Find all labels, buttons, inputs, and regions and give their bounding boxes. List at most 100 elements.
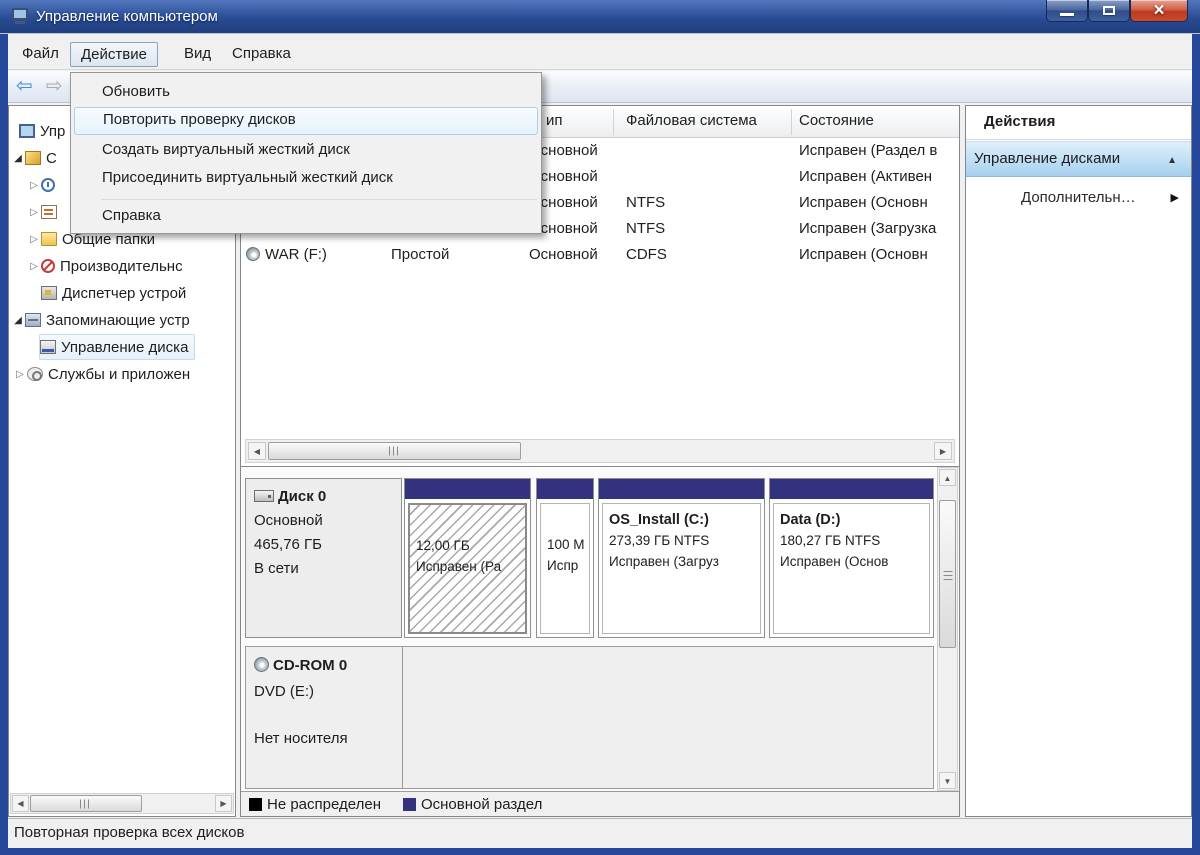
partition-status: Исправен (Основ [780,552,923,573]
menu-item-rescan-disks[interactable]: Повторить проверку дисков [74,107,538,135]
close-button[interactable]: × [1130,0,1188,22]
menu-help[interactable]: Справка [222,42,301,67]
close-icon: × [1153,1,1164,20]
menu-view[interactable]: Вид [174,42,221,67]
cell-status: Исправен (Основн [799,194,928,211]
legend-primary-partition: Основной раздел [403,796,542,813]
menu-item-refresh[interactable]: Обновить [74,79,538,107]
partition-label: OS_Install (C:) [609,509,754,531]
menu-action[interactable]: Действие [70,42,158,67]
unallocated-color-swatch [249,798,262,811]
tree-item-services[interactable]: ▷ Службы и приложен [13,361,190,387]
scroll-left-icon[interactable]: ◀ [12,795,29,812]
action-dropdown-menu: Обновить Повторить проверку дисков Созда… [70,72,542,234]
scroll-up-icon[interactable]: ▲ [939,469,956,486]
submenu-arrow-icon: ▶ [1171,191,1179,204]
menu-item-create-vhd[interactable]: Создать виртуальный жесткий диск [74,137,538,165]
cell-status: Исправен (Активен [799,168,932,185]
forward-icon[interactable]: ⇨ [46,74,63,98]
partition-system-reserved[interactable]: 100 М Испр [536,478,594,638]
tree-item-device-manager[interactable]: Диспетчер устрой [41,280,186,306]
column-header-type[interactable]: ип [546,112,563,129]
scroll-right-icon[interactable]: ▶ [215,795,232,812]
cd-rom-icon [254,657,269,672]
column-header-status[interactable]: Состояние [799,112,874,129]
tree-item-root[interactable]: Упр [19,118,65,144]
services-icon [27,367,43,381]
cell-status: Исправен (Раздел в [799,142,937,159]
partition-recovery[interactable]: 12,00 ГБ Исправен (Ра [404,478,531,638]
expander-collapsed-icon[interactable]: ▷ [13,369,27,380]
scroll-down-icon[interactable]: ▼ [939,772,956,789]
tree-item-task-scheduler[interactable]: ▷ [27,172,60,198]
partition-data[interactable]: Data (D:) 180,27 ГБ NTFS Исправен (Основ [769,478,934,638]
computer-icon [19,124,35,138]
expander-expanded-icon[interactable]: ◢ [11,315,25,326]
volume-row-war[interactable]: WAR (F:) Простой Основной CDFS Исправен … [241,243,959,269]
cdrom-drive-letter: DVD (E:) [254,679,394,705]
hard-drive-icon [254,490,274,502]
maximize-icon [1103,6,1115,15]
device-manager-icon [41,286,57,300]
disk-management-icon [40,340,56,354]
tree-item-system-tools[interactable]: ◢ С [11,145,57,171]
cell-status: Исправен (Основн [799,246,928,263]
cell-status: Исправен (Загрузка [799,220,936,237]
disk0-status: В сети [254,557,393,581]
cdrom-media-status: Нет носителя [254,726,394,752]
event-viewer-icon [41,205,57,219]
back-icon[interactable]: ⇦ [16,74,33,98]
menu-item-attach-vhd[interactable]: Присоединить виртуальный жесткий диск [74,165,538,193]
window-controls: × [1046,0,1188,22]
expander-collapsed-icon[interactable]: ▷ [27,180,41,191]
disk0-size: 465,76 ГБ [254,533,393,557]
collapse-icon[interactable]: ▲ [1167,155,1177,166]
storage-icon [25,313,41,327]
cdrom-name: CD-ROM 0 [273,657,347,674]
tree-item-label: Упр [40,123,65,140]
tree-item-performance[interactable]: ▷ Производительнс [27,253,183,279]
partition-size: 100 М [547,535,583,556]
system-tools-icon [25,151,41,165]
tree-horizontal-scrollbar[interactable]: ◀ ▶ [10,793,234,814]
scroll-right-icon[interactable]: ▶ [934,442,952,460]
cell-fs: NTFS [626,194,665,211]
actions-more-item[interactable]: Дополнительн… ▶ [966,184,1191,214]
cdrom-block[interactable]: CD-ROM 0 DVD (E:) Нет носителя [245,646,934,789]
shared-folders-icon [41,232,57,246]
expander-collapsed-icon[interactable]: ▷ [27,261,41,272]
volume-list-horizontal-scrollbar[interactable]: ◀ ▶ [245,439,955,463]
minimize-button[interactable] [1046,0,1088,22]
scrollbar-thumb[interactable] [939,500,956,648]
title-bar: Управление компьютером × [0,0,1200,34]
scrollbar-thumb[interactable] [268,442,521,460]
menu-item-help[interactable]: Справка [74,203,538,231]
tree-item-disk-management[interactable]: Управление диска [39,334,195,360]
cell-volume: WAR (F:) [265,246,327,263]
tree-item-label: Диспетчер устрой [62,285,186,302]
menu-file[interactable]: Файл [12,42,69,67]
partition-size: 180,27 ГБ NTFS [780,531,923,552]
graphical-view-vertical-scrollbar[interactable]: ▲ ▼ [937,467,958,791]
tree-item-storage[interactable]: ◢ Запоминающие устр [11,307,190,333]
expander-expanded-icon[interactable]: ◢ [11,153,25,164]
disk0-info-box[interactable]: Диск 0 Основной 465,76 ГБ В сети [245,478,402,638]
menu-bar: Файл Действие Вид Справка [8,40,1192,70]
partition-size: 12,00 ГБ [416,536,519,557]
maximize-button[interactable] [1088,0,1130,22]
scroll-left-icon[interactable]: ◀ [248,442,266,460]
legend: Не распределен Основной раздел [241,791,959,816]
column-header-filesystem[interactable]: Файловая система [626,112,757,129]
actions-group-disk-management[interactable]: Управление дисками ▲ [966,141,1191,177]
partition-type-bar [770,479,933,499]
minimize-icon [1060,13,1074,16]
cell-fs: CDFS [626,246,667,263]
tree-item-label: Управление диска [61,339,188,356]
actions-panel-title: Действия [966,106,1191,140]
scrollbar-thumb[interactable] [30,795,142,812]
expander-collapsed-icon[interactable]: ▷ [27,234,41,245]
partition-os-install[interactable]: OS_Install (C:) 273,39 ГБ NTFS Исправен … [598,478,765,638]
tree-item-event-viewer[interactable]: ▷ [27,199,62,225]
expander-collapsed-icon[interactable]: ▷ [27,207,41,218]
window-content: Файл Действие Вид Справка ⇦ ⇨ Упр ◢ С ▷ … [8,34,1192,848]
